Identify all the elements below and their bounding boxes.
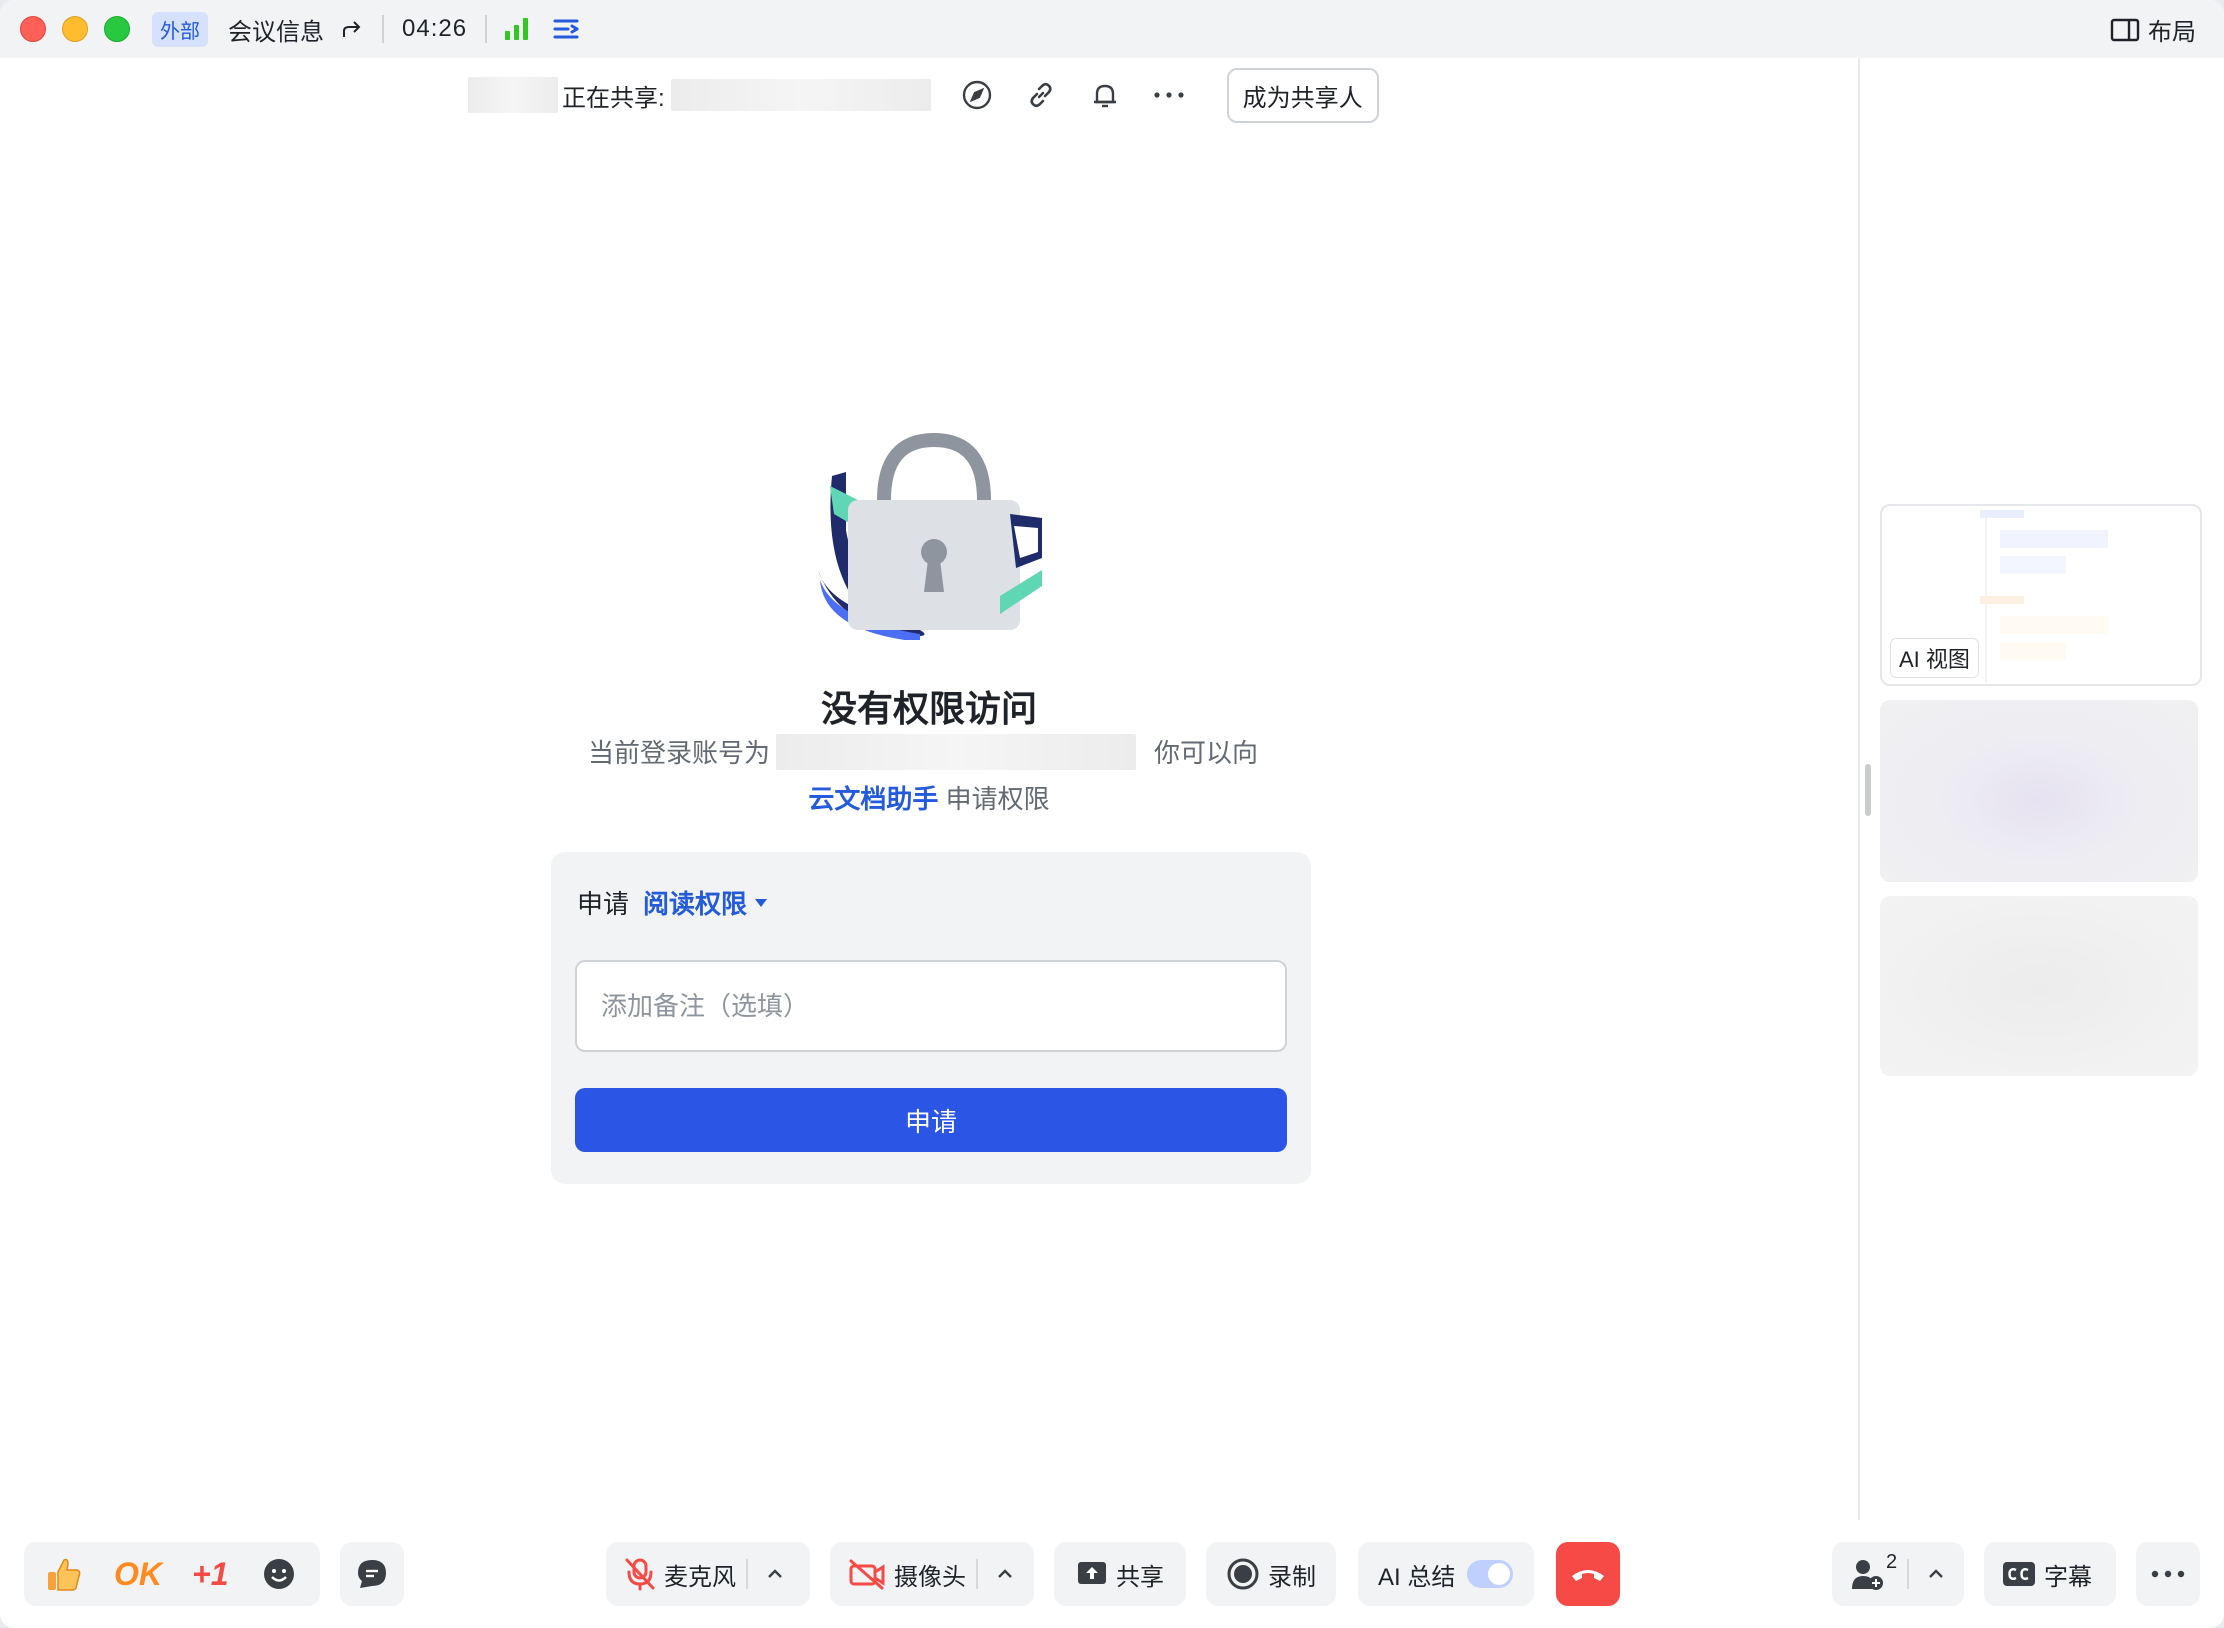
become-sharer-button[interactable]: 成为共享人 xyxy=(1226,67,1379,123)
sharing-toolbar: 正在共享: 成为共享人 xyxy=(468,67,1379,123)
chat-icon xyxy=(358,1560,386,1588)
sharer-avatar-redacted xyxy=(468,77,558,113)
more-icon xyxy=(2151,1570,2185,1578)
chevron-up-icon xyxy=(1929,1569,1943,1578)
chevron-up-icon xyxy=(768,1569,782,1578)
record-button[interactable]: 录制 xyxy=(1206,1542,1336,1606)
more-icon xyxy=(1154,92,1184,98)
permission-type-value: 阅读权限 xyxy=(643,889,748,919)
panel-resize-handle[interactable] xyxy=(1865,764,1871,816)
share-link-icon[interactable] xyxy=(340,17,364,41)
participant-count: 2 xyxy=(1886,1550,1898,1573)
request-permission-line: 云文档助手 申请权限 xyxy=(0,779,1858,816)
external-badge: 外部 xyxy=(152,11,208,47)
closed-captions-icon xyxy=(2003,1562,2035,1586)
thumbs-up-icon[interactable] xyxy=(44,1554,84,1594)
title-bar: 外部 会议信息 04:26 布局 xyxy=(0,0,2224,58)
shared-doc-name-redacted xyxy=(670,79,931,111)
account-info-line: 当前登录账号为 你可以向 xyxy=(588,733,1258,770)
meeting-window: 外部 会议信息 04:26 布局 正在共享: 成为共享人 没有权限访问 当前登录… xyxy=(0,0,2224,1628)
camera-label[interactable]: 摄像头 xyxy=(894,1557,966,1592)
more-actions-button[interactable] xyxy=(2136,1542,2200,1606)
share-label: 共享 xyxy=(1116,1563,1164,1591)
close-window-button[interactable] xyxy=(20,16,46,42)
permission-request-form: 申请 阅读权限 申请 xyxy=(551,852,1311,1184)
layout-icon xyxy=(2110,18,2140,41)
minimize-window-button[interactable] xyxy=(62,16,88,42)
captions-label: 字幕 xyxy=(2044,1563,2092,1591)
apply-submit-button[interactable]: 申请 xyxy=(575,1088,1287,1152)
notification-button[interactable] xyxy=(1087,77,1123,113)
ai-view-thumbnail[interactable]: AI 视图 xyxy=(1880,504,2202,686)
link-icon xyxy=(1030,82,1052,108)
meeting-timer: 04:26 xyxy=(402,15,468,42)
meeting-info-button[interactable]: 会议信息 xyxy=(228,12,324,47)
dropdown-caret-icon xyxy=(755,898,768,907)
layout-button[interactable]: 布局 xyxy=(2110,12,2196,47)
doc-assistant-link[interactable]: 云文档助手 xyxy=(808,784,938,814)
account-email-redacted xyxy=(776,733,1137,770)
record-icon xyxy=(1227,1558,1259,1590)
form-header: 申请 阅读权限 xyxy=(577,884,768,921)
no-access-title: 没有权限访问 xyxy=(820,688,1037,729)
mic-off-icon[interactable] xyxy=(624,1557,656,1591)
divider xyxy=(976,1559,978,1589)
maximize-window-button[interactable] xyxy=(104,16,130,42)
request-permission-text: 申请权限 xyxy=(945,784,1050,814)
sharing-label: 正在共享: xyxy=(562,84,665,112)
share-screen-button[interactable]: 共享 xyxy=(1054,1542,1186,1606)
participant-video-tile[interactable] xyxy=(1880,700,2198,882)
note-input[interactable] xyxy=(575,960,1287,1052)
compass-icon xyxy=(962,80,991,110)
record-label: 录制 xyxy=(1268,1563,1316,1591)
permission-type-dropdown[interactable]: 阅读权限 xyxy=(643,884,768,921)
mic-label[interactable]: 麦克风 xyxy=(664,1557,736,1592)
participants-options-button[interactable] xyxy=(1919,1557,1953,1591)
chat-button[interactable] xyxy=(340,1542,404,1606)
account-prefix-text: 当前登录账号为 xyxy=(588,738,771,768)
meeting-list-icon[interactable] xyxy=(552,16,580,42)
divider xyxy=(1907,1559,1910,1589)
camera-off-icon[interactable] xyxy=(848,1558,886,1590)
ai-summary-switch[interactable] xyxy=(1467,1560,1514,1588)
plus-one-reaction[interactable]: +1 xyxy=(192,1556,228,1593)
add-participant-icon[interactable] xyxy=(1850,1557,1884,1591)
end-call-button[interactable] xyxy=(1556,1542,1620,1606)
compass-button[interactable] xyxy=(959,77,995,113)
copy-link-button[interactable] xyxy=(1023,77,1059,113)
share-screen-icon xyxy=(1078,1562,1106,1584)
account-suffix-text: 你可以向 xyxy=(1154,738,1259,768)
divider xyxy=(746,1559,748,1589)
layout-label: 布局 xyxy=(2148,19,2196,46)
captions-button[interactable]: 字幕 xyxy=(1984,1542,2116,1606)
microphone-control: 麦克风 xyxy=(606,1542,810,1606)
ok-reaction[interactable]: OK xyxy=(114,1556,162,1593)
divider xyxy=(485,15,488,43)
camera-control: 摄像头 xyxy=(830,1542,1034,1606)
more-options-button[interactable] xyxy=(1151,77,1187,113)
ai-view-label: AI 视图 xyxy=(1890,638,1979,678)
bell-icon xyxy=(1093,84,1116,108)
mic-options-button[interactable] xyxy=(758,1557,792,1591)
bottom-toolbar: OK +1 麦克风 摄像头 共享 录制 AI 总结 2 字幕 xyxy=(0,1520,2224,1628)
emoji-picker-icon[interactable] xyxy=(262,1557,296,1591)
network-signal-icon[interactable] xyxy=(505,18,529,40)
hang-up-icon xyxy=(1572,1570,1604,1581)
chevron-up-icon xyxy=(998,1569,1012,1578)
participant-video-tile[interactable] xyxy=(1880,896,2198,1076)
camera-options-button[interactable] xyxy=(988,1557,1022,1591)
participants-control: 2 xyxy=(1832,1542,1964,1606)
reactions-group: OK +1 xyxy=(24,1542,320,1606)
lock-illustration xyxy=(818,432,1042,640)
window-controls xyxy=(20,16,130,42)
divider xyxy=(382,15,384,43)
ai-summary-toggle[interactable]: AI 总结 xyxy=(1358,1542,1534,1606)
ai-summary-label: AI 总结 xyxy=(1378,1563,1456,1591)
apply-label: 申请 xyxy=(577,889,630,919)
